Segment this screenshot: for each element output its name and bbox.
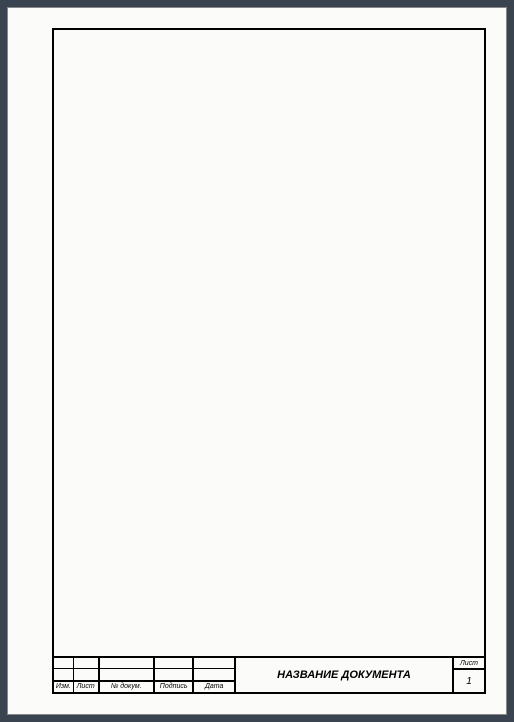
- drawing-area: [54, 30, 484, 656]
- header-list: Лист: [74, 682, 100, 692]
- cell-doc-2: [100, 669, 155, 679]
- header-doc: № докум.: [100, 682, 155, 692]
- revision-table: Изм. Лист № докум. Подпись Дата: [54, 658, 236, 692]
- document-page: Изм. Лист № докум. Подпись Дата НАЗВАНИЕ…: [7, 7, 507, 715]
- sheet-number: 1: [454, 670, 484, 692]
- revision-header-row: Изм. Лист № докум. Подпись Дата: [54, 682, 234, 692]
- cell-list-2: [74, 669, 100, 679]
- cell-list-1: [74, 658, 100, 668]
- title-block: Изм. Лист № докум. Подпись Дата НАЗВАНИЕ…: [54, 656, 484, 692]
- cell-sign-2: [155, 669, 195, 679]
- sheet-label: Лист: [454, 658, 484, 670]
- cell-date-2: [194, 669, 234, 679]
- document-title: НАЗВАНИЕ ДОКУМЕНТА: [236, 658, 454, 692]
- cell-izm-1: [54, 658, 74, 668]
- header-sign: Подпись: [155, 682, 195, 692]
- header-izm: Изм.: [54, 682, 74, 692]
- drawing-frame: Изм. Лист № докум. Подпись Дата НАЗВАНИЕ…: [52, 28, 486, 694]
- revision-row: [54, 658, 234, 669]
- revision-row: [54, 669, 234, 681]
- header-date: Дата: [194, 682, 234, 692]
- sheet-block: Лист 1: [454, 658, 484, 692]
- cell-doc-1: [100, 658, 155, 668]
- cell-date-1: [194, 658, 234, 668]
- cell-sign-1: [155, 658, 195, 668]
- cell-izm-2: [54, 669, 74, 679]
